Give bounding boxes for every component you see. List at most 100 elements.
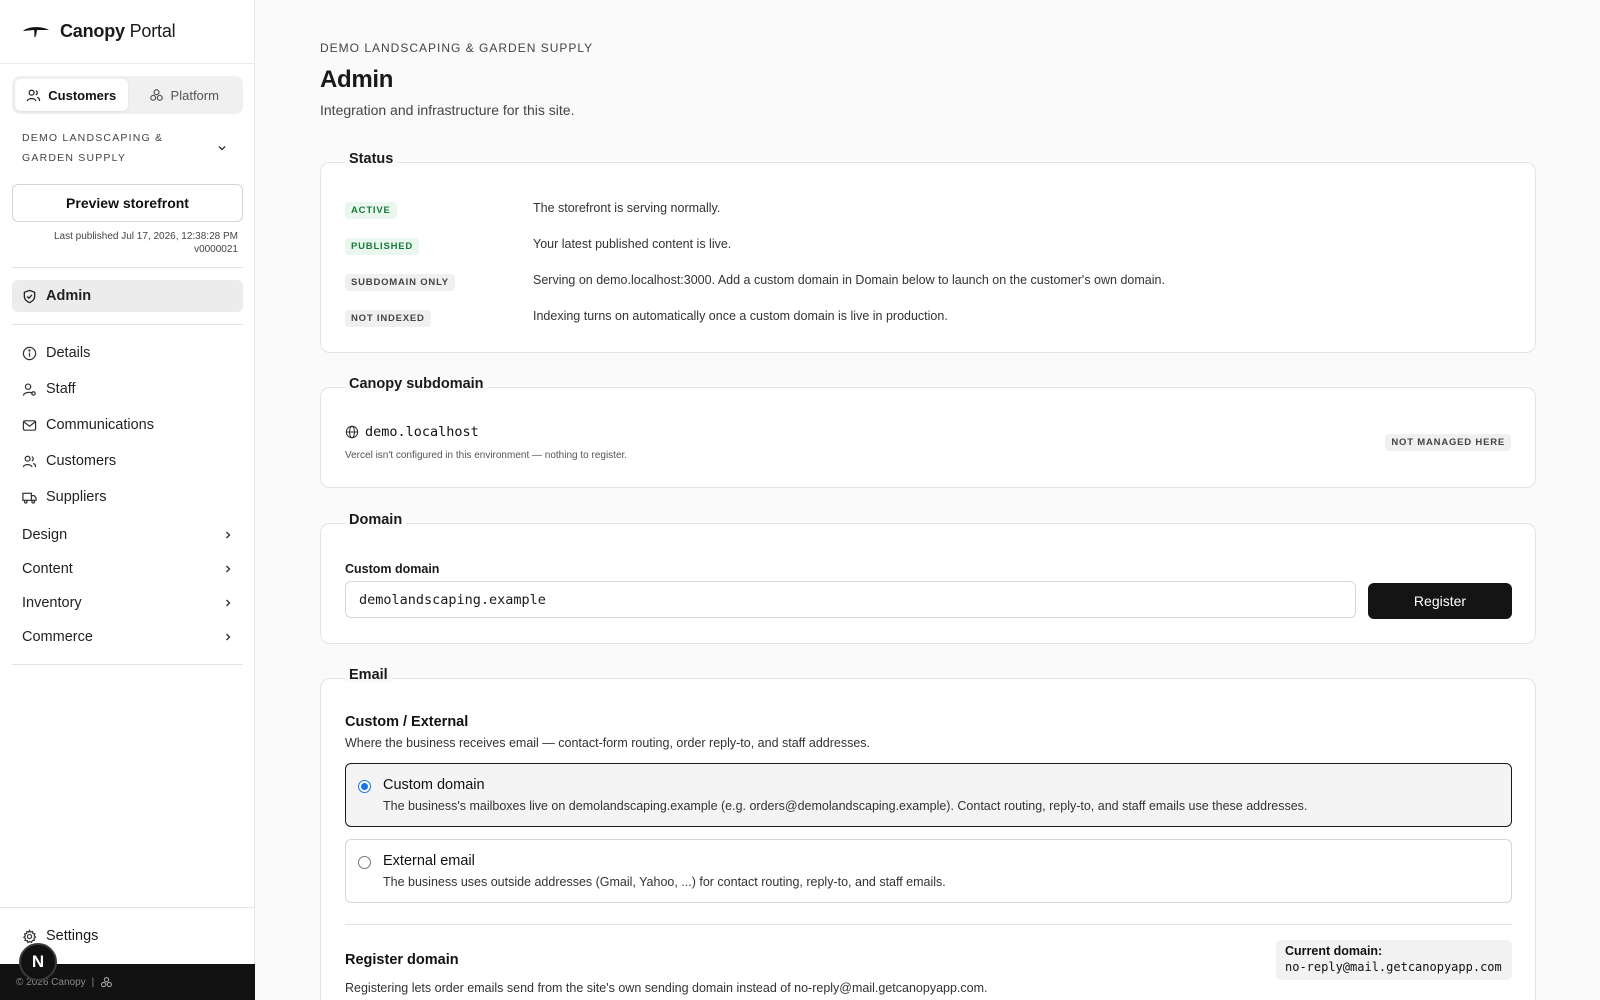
option-title: External email — [383, 853, 475, 869]
segment-platform[interactable]: Platform — [128, 79, 241, 111]
divider — [345, 924, 1512, 925]
page-subtitle: Integration and infrastructure for this … — [320, 102, 575, 118]
chevron-down-icon — [218, 146, 226, 151]
site-eyebrow: Demo Landscaping & Garden Supply — [320, 41, 594, 55]
segment-label: Platform — [170, 87, 219, 103]
publish-info: Last published Jul 17, 2026, 12:38:28 PM… — [54, 230, 238, 256]
sidebar-item-suppliers[interactable]: Suppliers — [12, 481, 243, 513]
subdomain-legend: Canopy subdomain — [345, 376, 488, 392]
chevron-right-icon — [226, 565, 231, 573]
email-card: Email Custom / External Where the busine… — [320, 667, 1536, 1000]
email-option-custom-domain[interactable]: Custom domain The business's mailboxes l… — [345, 763, 1512, 827]
radio-button[interactable] — [358, 780, 371, 793]
custom-domain-input[interactable] — [345, 581, 1356, 618]
divider — [12, 664, 243, 665]
register-domain-description: Registering lets order emails send from … — [345, 981, 988, 995]
status-text: Serving on demo.localhost:3000. Add a cu… — [533, 273, 1165, 287]
status-text: The storefront is serving normally. — [533, 201, 721, 215]
subdomain-card: Canopy subdomain demo.localhost Vercel i… — [320, 376, 1536, 488]
published-version: v0000021 — [194, 244, 238, 255]
staff-icon — [22, 382, 36, 396]
truck-icon — [22, 492, 37, 504]
sidebar-item-label: Communications — [46, 417, 154, 433]
sidebar-item-communications[interactable]: Communications — [12, 409, 243, 441]
sidebar-group-inventory[interactable]: Inventory — [12, 588, 243, 618]
radio-button[interactable] — [358, 856, 371, 869]
sidebar-group-commerce[interactable]: Commerce — [12, 622, 243, 652]
subdomain-badge: NOT MANAGED HERE — [1385, 434, 1511, 451]
status-card: Status ACTIVE The storefront is serving … — [320, 151, 1536, 353]
chevron-right-icon — [226, 531, 231, 539]
sidebar: Canopy Portal Customers Platform Demo La… — [0, 0, 255, 1000]
current-domain-label: Current domain: — [1285, 944, 1383, 958]
workspace-switch: Customers Platform — [12, 76, 243, 114]
sidebar-item-label: Details — [46, 345, 91, 361]
sidebar-item-staff[interactable]: Staff — [12, 373, 243, 405]
status-badge: PUBLISHED — [345, 238, 420, 255]
email-description: Where the business receives email — cont… — [345, 736, 871, 750]
dev-tools-badge[interactable]: N — [19, 943, 57, 981]
platform-icon — [101, 976, 113, 987]
brand[interactable]: Canopy Portal — [0, 0, 254, 64]
divider — [12, 267, 243, 268]
published-timestamp: Last published Jul 17, 2026, 12:38:28 PM — [53, 231, 238, 242]
segment-customers[interactable]: Customers — [15, 79, 128, 111]
status-badge: ACTIVE — [345, 202, 397, 219]
email-heading: Custom / External — [345, 714, 469, 730]
status-text: Your latest published content is live. — [533, 237, 732, 251]
chevron-right-icon — [226, 599, 231, 607]
sidebar-group-label: Content — [22, 561, 73, 577]
status-row: ACTIVE — [345, 202, 397, 219]
segment-label: Customers — [48, 87, 117, 103]
current-domain-value: no-reply@mail.getcanopyapp.com — [1285, 960, 1502, 974]
sidebar-group-label: Design — [22, 527, 68, 543]
status-badge: NOT INDEXED — [345, 310, 431, 327]
status-row: NOT INDEXED — [345, 310, 431, 327]
site-selector[interactable]: Demo Landscaping & Garden Supply — [22, 128, 242, 168]
status-badge: SUBDOMAIN ONLY — [345, 274, 455, 291]
sidebar-group-design[interactable]: Design — [12, 520, 243, 550]
domain-card: Domain Custom domain Register — [320, 512, 1536, 644]
subdomain-host: demo.localhost — [365, 424, 479, 440]
footer-separator: | — [91, 976, 95, 988]
sidebar-item-admin[interactable]: Admin — [12, 280, 243, 312]
status-row: SUBDOMAIN ONLY — [345, 274, 455, 291]
brand-name: Canopy Portal — [60, 21, 176, 41]
status-row: PUBLISHED — [345, 238, 420, 255]
current-domain-box: Current domain: no-reply@mail.getcanopya… — [1276, 940, 1512, 980]
status-text: Indexing turns on automatically once a c… — [533, 309, 948, 323]
sidebar-item-label: Settings — [46, 928, 99, 944]
sidebar-item-details[interactable]: Details — [12, 337, 243, 369]
subdomain-host-row: demo.localhost — [345, 424, 479, 440]
canopy-logo-icon — [23, 26, 49, 37]
users-icon — [27, 89, 41, 101]
register-button[interactable]: Register — [1368, 583, 1512, 619]
option-title: Custom domain — [383, 777, 485, 793]
divider — [0, 907, 255, 908]
mail-icon — [22, 419, 37, 431]
option-description: The business's mailboxes live on demolan… — [383, 799, 1308, 813]
page-title: Admin — [320, 66, 394, 93]
chevron-right-icon — [226, 633, 231, 641]
sidebar-group-content[interactable]: Content — [12, 554, 243, 584]
domain-legend: Domain — [345, 512, 407, 528]
sidebar-item-customers[interactable]: Customers — [12, 445, 243, 477]
sidebar-group-label: Inventory — [22, 595, 82, 611]
globe-icon — [345, 425, 359, 439]
sidebar-item-label: Admin — [46, 288, 92, 304]
subdomain-note: Vercel isn't configured in this environm… — [345, 450, 628, 461]
sidebar-item-label: Staff — [46, 381, 76, 397]
sidebar-group-label: Commerce — [22, 629, 93, 645]
platform-icon — [149, 88, 163, 101]
preview-storefront-button[interactable]: Preview storefront — [12, 184, 243, 222]
copyright-text: © 2026 Canopy — [16, 976, 86, 988]
custom-domain-label: Custom domain — [345, 562, 440, 576]
info-icon — [22, 346, 37, 360]
email-legend: Email — [345, 667, 392, 683]
divider — [12, 324, 243, 325]
email-option-external[interactable]: External email The business uses outside… — [345, 839, 1512, 903]
sidebar-item-label: Customers — [46, 453, 117, 469]
shield-icon — [23, 289, 36, 303]
users-icon — [22, 455, 37, 467]
register-domain-heading: Register domain — [345, 952, 459, 968]
